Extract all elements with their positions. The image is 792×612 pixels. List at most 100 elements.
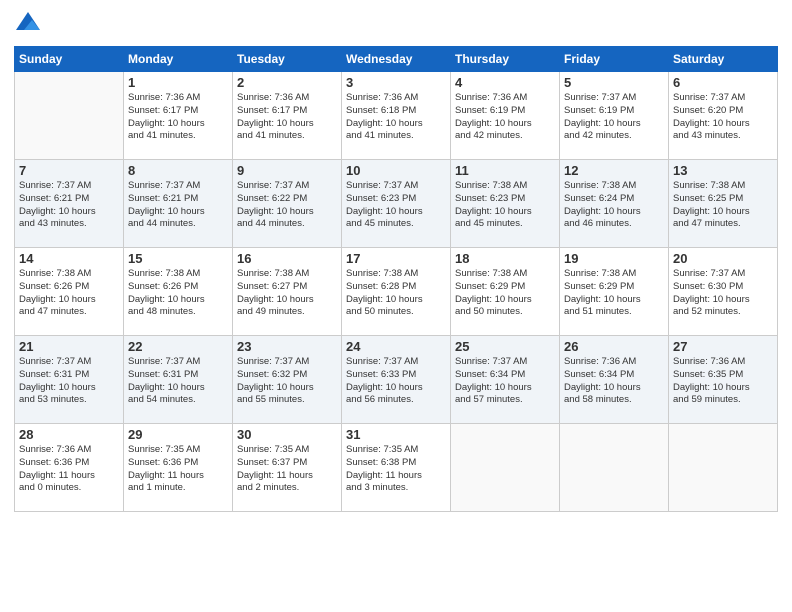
calendar-cell: 16Sunrise: 7:38 AM Sunset: 6:27 PM Dayli… xyxy=(233,248,342,336)
day-info: Sunrise: 7:38 AM Sunset: 6:26 PM Dayligh… xyxy=(19,268,119,319)
day-info: Sunrise: 7:38 AM Sunset: 6:29 PM Dayligh… xyxy=(564,268,664,319)
page: SundayMondayTuesdayWednesdayThursdayFrid… xyxy=(0,0,792,612)
calendar-cell: 25 Sunrise: 7:37 AM Sunset: 6:34 PM Dayli… xyxy=(451,336,560,424)
day-info: Sunrise: 7:38 AM Sunset: 6:29 PM Dayligh… xyxy=(455,268,555,319)
weekday-header-cell: Wednesday xyxy=(342,47,451,72)
calendar-cell: 19 Sunrise: 7:38 AM Sunset: 6:29 PM Dayli… xyxy=(560,248,669,336)
day-info: Sunrise: 7:38 AM Sunset: 6:25 PM Dayligh… xyxy=(673,180,773,231)
calendar-cell: 14 Sunrise: 7:38 AM Sunset: 6:26 PM Dayli… xyxy=(15,248,124,336)
day-info: Sunrise: 7:37 AM Sunset: 6:30 PM Dayligh… xyxy=(673,268,773,319)
day-number: 13 xyxy=(673,163,773,178)
calendar-cell: 12 Sunrise: 7:38 AM Sunset: 6:24 PM Dayli… xyxy=(560,160,669,248)
calendar-cell: 29Sunrise: 7:35 AM Sunset: 6:36 PM Dayli… xyxy=(124,424,233,512)
calendar-cell: 27Sunrise: 7:36 AM Sunset: 6:35 PM Dayli… xyxy=(669,336,778,424)
day-number: 25 xyxy=(455,339,555,354)
calendar-cell: 24 Sunrise: 7:37 AM Sunset: 6:33 PM Dayli… xyxy=(342,336,451,424)
day-number: 31 xyxy=(346,427,446,442)
day-info: Sunrise: 7:36 AM Sunset: 6:34 PM Dayligh… xyxy=(564,356,664,407)
calendar-week-row: 1Sunrise: 7:36 AM Sunset: 6:17 PM Daylig… xyxy=(15,72,778,160)
day-info: Sunrise: 7:37 AM Sunset: 6:34 PM Dayligh… xyxy=(455,356,555,407)
header xyxy=(14,10,778,38)
day-info: Sunrise: 7:36 AM Sunset: 6:17 PM Dayligh… xyxy=(237,92,337,143)
day-info: Sunrise: 7:35 AM Sunset: 6:37 PM Dayligh… xyxy=(237,444,337,495)
day-info: Sunrise: 7:37 AM Sunset: 6:32 PM Dayligh… xyxy=(237,356,337,407)
day-info: Sunrise: 7:37 AM Sunset: 6:31 PM Dayligh… xyxy=(19,356,119,407)
calendar-cell: 2 Sunrise: 7:36 AM Sunset: 6:17 PM Daylig… xyxy=(233,72,342,160)
day-number: 23 xyxy=(237,339,337,354)
day-number: 7 xyxy=(19,163,119,178)
day-number: 17 xyxy=(346,251,446,266)
calendar-week-row: 21 Sunrise: 7:37 AM Sunset: 6:31 PM Dayli… xyxy=(15,336,778,424)
day-info: Sunrise: 7:38 AM Sunset: 6:23 PM Dayligh… xyxy=(455,180,555,231)
calendar-body: 1Sunrise: 7:36 AM Sunset: 6:17 PM Daylig… xyxy=(15,72,778,512)
calendar-cell xyxy=(560,424,669,512)
calendar-cell: 31 Sunrise: 7:35 AM Sunset: 6:38 PM Dayli… xyxy=(342,424,451,512)
day-number: 26 xyxy=(564,339,664,354)
day-info: Sunrise: 7:38 AM Sunset: 6:24 PM Dayligh… xyxy=(564,180,664,231)
day-number: 27 xyxy=(673,339,773,354)
weekday-header-cell: Tuesday xyxy=(233,47,342,72)
day-number: 29 xyxy=(128,427,228,442)
day-number: 6 xyxy=(673,75,773,90)
day-number: 8 xyxy=(128,163,228,178)
calendar-cell: 3 Sunrise: 7:36 AM Sunset: 6:18 PM Daylig… xyxy=(342,72,451,160)
day-number: 14 xyxy=(19,251,119,266)
day-number: 3 xyxy=(346,75,446,90)
calendar-cell: 11 Sunrise: 7:38 AM Sunset: 6:23 PM Dayli… xyxy=(451,160,560,248)
calendar-cell: 5 Sunrise: 7:37 AM Sunset: 6:19 PM Daylig… xyxy=(560,72,669,160)
calendar-cell: 1Sunrise: 7:36 AM Sunset: 6:17 PM Daylig… xyxy=(124,72,233,160)
day-number: 21 xyxy=(19,339,119,354)
calendar-cell xyxy=(15,72,124,160)
calendar-cell: 28 Sunrise: 7:36 AM Sunset: 6:36 PM Dayli… xyxy=(15,424,124,512)
calendar-cell: 18 Sunrise: 7:38 AM Sunset: 6:29 PM Dayli… xyxy=(451,248,560,336)
weekday-header-row: SundayMondayTuesdayWednesdayThursdayFrid… xyxy=(15,47,778,72)
day-info: Sunrise: 7:36 AM Sunset: 6:19 PM Dayligh… xyxy=(455,92,555,143)
day-info: Sunrise: 7:38 AM Sunset: 6:26 PM Dayligh… xyxy=(128,268,228,319)
day-number: 9 xyxy=(237,163,337,178)
calendar-cell: 15Sunrise: 7:38 AM Sunset: 6:26 PM Dayli… xyxy=(124,248,233,336)
day-info: Sunrise: 7:37 AM Sunset: 6:21 PM Dayligh… xyxy=(128,180,228,231)
calendar-cell: 6 Sunrise: 7:37 AM Sunset: 6:20 PM Daylig… xyxy=(669,72,778,160)
day-info: Sunrise: 7:37 AM Sunset: 6:23 PM Dayligh… xyxy=(346,180,446,231)
weekday-header-cell: Saturday xyxy=(669,47,778,72)
day-info: Sunrise: 7:35 AM Sunset: 6:38 PM Dayligh… xyxy=(346,444,446,495)
day-info: Sunrise: 7:37 AM Sunset: 6:20 PM Dayligh… xyxy=(673,92,773,143)
calendar-cell: 30Sunrise: 7:35 AM Sunset: 6:37 PM Dayli… xyxy=(233,424,342,512)
day-info: Sunrise: 7:37 AM Sunset: 6:19 PM Dayligh… xyxy=(564,92,664,143)
day-number: 4 xyxy=(455,75,555,90)
calendar-cell: 7 Sunrise: 7:37 AM Sunset: 6:21 PM Daylig… xyxy=(15,160,124,248)
calendar-week-row: 28 Sunrise: 7:36 AM Sunset: 6:36 PM Dayli… xyxy=(15,424,778,512)
calendar-cell: 20 Sunrise: 7:37 AM Sunset: 6:30 PM Dayli… xyxy=(669,248,778,336)
day-info: Sunrise: 7:36 AM Sunset: 6:36 PM Dayligh… xyxy=(19,444,119,495)
day-info: Sunrise: 7:37 AM Sunset: 6:21 PM Dayligh… xyxy=(19,180,119,231)
calendar-cell xyxy=(669,424,778,512)
calendar-cell: 10Sunrise: 7:37 AM Sunset: 6:23 PM Dayli… xyxy=(342,160,451,248)
day-number: 5 xyxy=(564,75,664,90)
weekday-header-cell: Monday xyxy=(124,47,233,72)
day-number: 19 xyxy=(564,251,664,266)
day-info: Sunrise: 7:37 AM Sunset: 6:31 PM Dayligh… xyxy=(128,356,228,407)
day-number: 2 xyxy=(237,75,337,90)
day-number: 20 xyxy=(673,251,773,266)
day-number: 28 xyxy=(19,427,119,442)
calendar-cell: 8 Sunrise: 7:37 AM Sunset: 6:21 PM Daylig… xyxy=(124,160,233,248)
calendar-week-row: 14 Sunrise: 7:38 AM Sunset: 6:26 PM Dayli… xyxy=(15,248,778,336)
calendar-cell: 9 Sunrise: 7:37 AM Sunset: 6:22 PM Daylig… xyxy=(233,160,342,248)
calendar-week-row: 7 Sunrise: 7:37 AM Sunset: 6:21 PM Daylig… xyxy=(15,160,778,248)
logo-icon xyxy=(14,10,42,38)
day-info: Sunrise: 7:37 AM Sunset: 6:33 PM Dayligh… xyxy=(346,356,446,407)
logo xyxy=(14,10,46,38)
day-info: Sunrise: 7:36 AM Sunset: 6:17 PM Dayligh… xyxy=(128,92,228,143)
day-info: Sunrise: 7:36 AM Sunset: 6:18 PM Dayligh… xyxy=(346,92,446,143)
day-number: 11 xyxy=(455,163,555,178)
day-number: 22 xyxy=(128,339,228,354)
day-number: 18 xyxy=(455,251,555,266)
weekday-header-cell: Thursday xyxy=(451,47,560,72)
calendar-cell: 22 Sunrise: 7:37 AM Sunset: 6:31 PM Dayli… xyxy=(124,336,233,424)
day-info: Sunrise: 7:37 AM Sunset: 6:22 PM Dayligh… xyxy=(237,180,337,231)
calendar-cell: 13 Sunrise: 7:38 AM Sunset: 6:25 PM Dayli… xyxy=(669,160,778,248)
calendar-cell: 26 Sunrise: 7:36 AM Sunset: 6:34 PM Dayli… xyxy=(560,336,669,424)
day-number: 12 xyxy=(564,163,664,178)
calendar: SundayMondayTuesdayWednesdayThursdayFrid… xyxy=(14,46,778,512)
day-number: 24 xyxy=(346,339,446,354)
